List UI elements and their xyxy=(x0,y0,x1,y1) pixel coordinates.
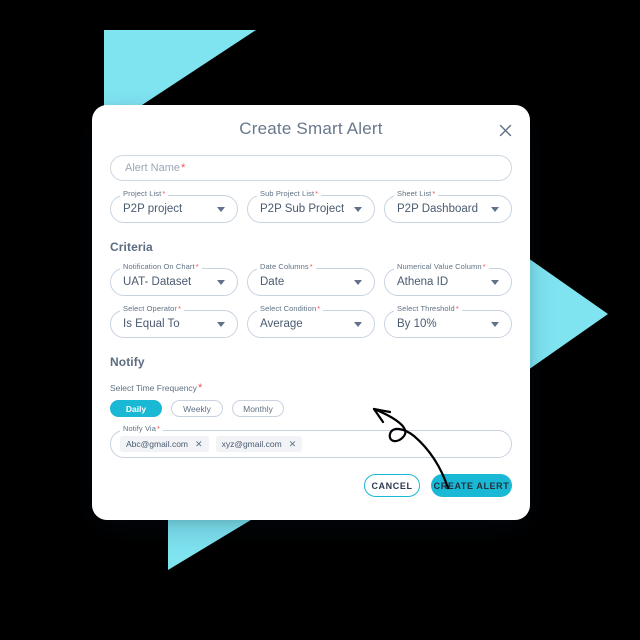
alert-name-placeholder: Alert Name xyxy=(125,162,181,174)
notification-on-chart-field: Notification On Chart* UAT- Dataset xyxy=(110,263,238,296)
alert-name-input[interactable]: Alert Name * xyxy=(110,155,512,181)
select-operator-label: Select Operator* xyxy=(120,305,185,313)
close-icon[interactable] xyxy=(496,121,514,139)
sub-project-list-value: P2P Sub Project xyxy=(260,203,345,215)
select-threshold-field: Select Threshold* By 10% xyxy=(384,305,512,338)
sub-project-list-field: Sub Project List* P2P Sub Project xyxy=(247,190,375,223)
project-list-field: Project List* P2P project xyxy=(110,190,238,223)
chevron-down-icon xyxy=(217,279,225,285)
notification-on-chart-value: UAT- Dataset xyxy=(123,276,192,288)
select-condition-label: Select Condition* xyxy=(257,305,324,313)
chevron-down-icon xyxy=(354,206,362,212)
sheet-list-label: Sheet List* xyxy=(394,190,439,198)
recipient-email: Abc@gmail.com xyxy=(126,439,189,449)
select-condition-field: Select Condition* Average xyxy=(247,305,375,338)
numerical-value-column-field: Numerical Value Column* Athena ID xyxy=(384,263,512,296)
date-columns-field: Date Columns* Date xyxy=(247,263,375,296)
criteria-row-1: Notification On Chart* UAT- Dataset Date… xyxy=(110,263,512,296)
decorative-triangle-bottom xyxy=(168,512,264,570)
sheet-list-field: Sheet List* P2P Dashboard xyxy=(384,190,512,223)
chevron-down-icon xyxy=(217,206,225,212)
create-alert-button[interactable]: CREATE ALERT xyxy=(431,474,512,497)
criteria-heading: Criteria xyxy=(110,240,153,254)
chevron-down-icon xyxy=(491,279,499,285)
close-icon[interactable]: ✕ xyxy=(289,439,297,449)
page-title: Create Smart Alert xyxy=(239,119,383,138)
dialog-actions: CANCEL CREATE ALERT xyxy=(110,474,512,497)
notification-on-chart-label: Notification On Chart* xyxy=(120,263,202,271)
select-threshold-value: By 10% xyxy=(397,318,437,330)
numerical-value-column-label: Numerical Value Column* xyxy=(394,263,489,271)
sub-project-list-select[interactable]: Sub Project List* P2P Sub Project xyxy=(247,190,375,223)
decorative-triangle-right xyxy=(528,258,608,370)
select-time-frequency-label: Select Time Frequency* xyxy=(110,382,203,394)
project-list-label: Project List* xyxy=(120,190,169,198)
select-operator-field: Select Operator* Is Equal To xyxy=(110,305,238,338)
criteria-row-2: Select Operator* Is Equal To Select Cond… xyxy=(110,305,512,338)
sheet-list-value: P2P Dashboard xyxy=(397,203,478,215)
close-icon[interactable]: ✕ xyxy=(195,439,203,449)
project-list-value: P2P project xyxy=(123,203,183,215)
recipient-email: xyz@gmail.com xyxy=(221,439,282,449)
sheet-list-select[interactable]: Sheet List* P2P Dashboard xyxy=(384,190,512,223)
chevron-down-icon xyxy=(491,206,499,212)
notify-heading: Notify xyxy=(110,355,145,369)
cancel-button[interactable]: CANCEL xyxy=(364,474,420,497)
select-condition-select[interactable]: Select Condition* Average xyxy=(247,305,375,338)
numerical-value-column-select[interactable]: Numerical Value Column* Athena ID xyxy=(384,263,512,296)
notify-via-input[interactable]: Notify Via* Abc@gmail.com ✕ xyz@gmail.co… xyxy=(110,425,512,458)
project-selectors-row: Project List* P2P project Sub Project Li… xyxy=(110,190,512,223)
chevron-down-icon xyxy=(354,321,362,327)
frequency-chip-weekly[interactable]: Weekly xyxy=(171,400,223,417)
select-operator-select[interactable]: Select Operator* Is Equal To xyxy=(110,305,238,338)
recipient-chip: xyz@gmail.com ✕ xyxy=(215,436,303,452)
select-operator-value: Is Equal To xyxy=(123,318,180,330)
select-threshold-select[interactable]: Select Threshold* By 10% xyxy=(384,305,512,338)
frequency-chip-monthly[interactable]: Monthly xyxy=(232,400,284,417)
time-frequency-chip-group: Daily Weekly Monthly xyxy=(110,400,512,417)
chevron-down-icon xyxy=(491,321,499,327)
notify-via-label: Notify Via* xyxy=(120,425,163,433)
recipient-chip: Abc@gmail.com ✕ xyxy=(120,436,209,452)
frequency-chip-daily[interactable]: Daily xyxy=(110,400,162,417)
select-condition-value: Average xyxy=(260,318,303,330)
sub-project-list-label: Sub Project List* xyxy=(257,190,322,198)
select-threshold-label: Select Threshold* xyxy=(394,305,462,313)
chevron-down-icon xyxy=(217,321,225,327)
chevron-down-icon xyxy=(354,279,362,285)
required-asterisk: * xyxy=(181,162,186,174)
canvas: Create Smart Alert Alert Name * Project L… xyxy=(0,0,640,640)
date-columns-value: Date xyxy=(260,276,285,288)
project-list-select[interactable]: Project List* P2P project xyxy=(110,190,238,223)
create-smart-alert-dialog: Create Smart Alert Alert Name * Project L… xyxy=(92,105,530,520)
dialog-body: Alert Name * Project List* P2P project Su… xyxy=(110,155,512,497)
notification-on-chart-select[interactable]: Notification On Chart* UAT- Dataset xyxy=(110,263,238,296)
date-columns-select[interactable]: Date Columns* Date xyxy=(247,263,375,296)
date-columns-label: Date Columns* xyxy=(257,263,316,271)
numerical-value-column-value: Athena ID xyxy=(397,276,449,288)
